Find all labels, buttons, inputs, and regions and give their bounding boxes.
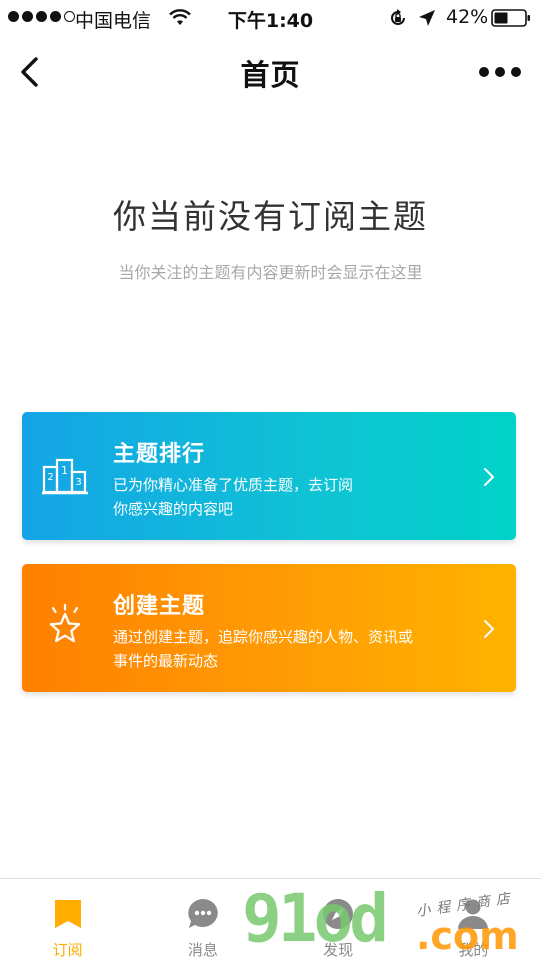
tab-label: 消息 — [187, 941, 218, 959]
chevron-right-icon — [484, 468, 494, 486]
battery-icon — [491, 9, 530, 27]
card-description: 已为你精心准备了优质主题，去订阅 你感兴趣的内容吧 — [113, 473, 413, 521]
card-description-line: 你感兴趣的内容吧 — [113, 500, 234, 518]
tab-discover[interactable]: 发现 — [271, 879, 406, 960]
more-button[interactable] — [479, 60, 521, 84]
compass-icon — [323, 899, 354, 929]
battery-percentage: 42% — [446, 6, 489, 28]
card-description-line: 已为你精心准备了优质主题，去订阅 — [113, 476, 354, 494]
card-title: 创建主题 — [113, 594, 206, 619]
more-dots-icon — [479, 67, 489, 77]
user-icon — [458, 899, 489, 929]
podium-icon: 1 2 3 — [42, 458, 88, 495]
bookmark-icon — [54, 900, 81, 928]
nav-bar: 首页 — [0, 36, 541, 108]
topic-ranking-card[interactable]: 1 2 3 主题排行 已为你精心准备了优质主题，去订阅 你感兴趣的内容吧 — [22, 412, 516, 540]
empty-state-title: 你当前没有订阅主题 — [113, 197, 428, 236]
create-topic-card[interactable]: 创建主题 通过创建主题，追踪你感兴趣的人物、资讯或 事件的最新动态 — [22, 564, 516, 692]
svg-text:3: 3 — [75, 477, 81, 488]
svg-text:2: 2 — [47, 472, 53, 483]
tab-messages[interactable]: 消息 — [135, 879, 270, 960]
chevron-right-icon — [484, 620, 494, 638]
tab-subscribe[interactable]: 订阅 — [0, 879, 135, 960]
status-bar: 中国电信 下午1:40 42% — [0, 0, 541, 36]
star-icon — [49, 604, 81, 643]
empty-state-subtitle: 当你关注的主题有内容更新时会显示在这里 — [118, 263, 423, 282]
rotation-lock-icon — [391, 9, 405, 25]
tab-mine[interactable]: 我的 — [406, 879, 541, 960]
card-description-line: 通过创建主题，追踪你感兴趣的人物、资讯或 — [113, 628, 414, 646]
page-title: 首页 — [240, 58, 301, 92]
card-description: 通过创建主题，追踪你感兴趣的人物、资讯或 事件的最新动态 — [113, 625, 413, 673]
tab-label: 我的 — [458, 941, 489, 959]
tab-label: 订阅 — [52, 941, 83, 959]
location-arrow-icon — [419, 10, 435, 26]
tab-bar: 订阅 消息 发现 我的 — [0, 878, 541, 960]
tab-label: 发现 — [323, 941, 354, 959]
chat-bubble-icon — [188, 899, 218, 928]
svg-text:1: 1 — [61, 464, 68, 477]
card-description-line: 事件的最新动态 — [113, 652, 219, 670]
card-title: 主题排行 — [113, 442, 206, 467]
